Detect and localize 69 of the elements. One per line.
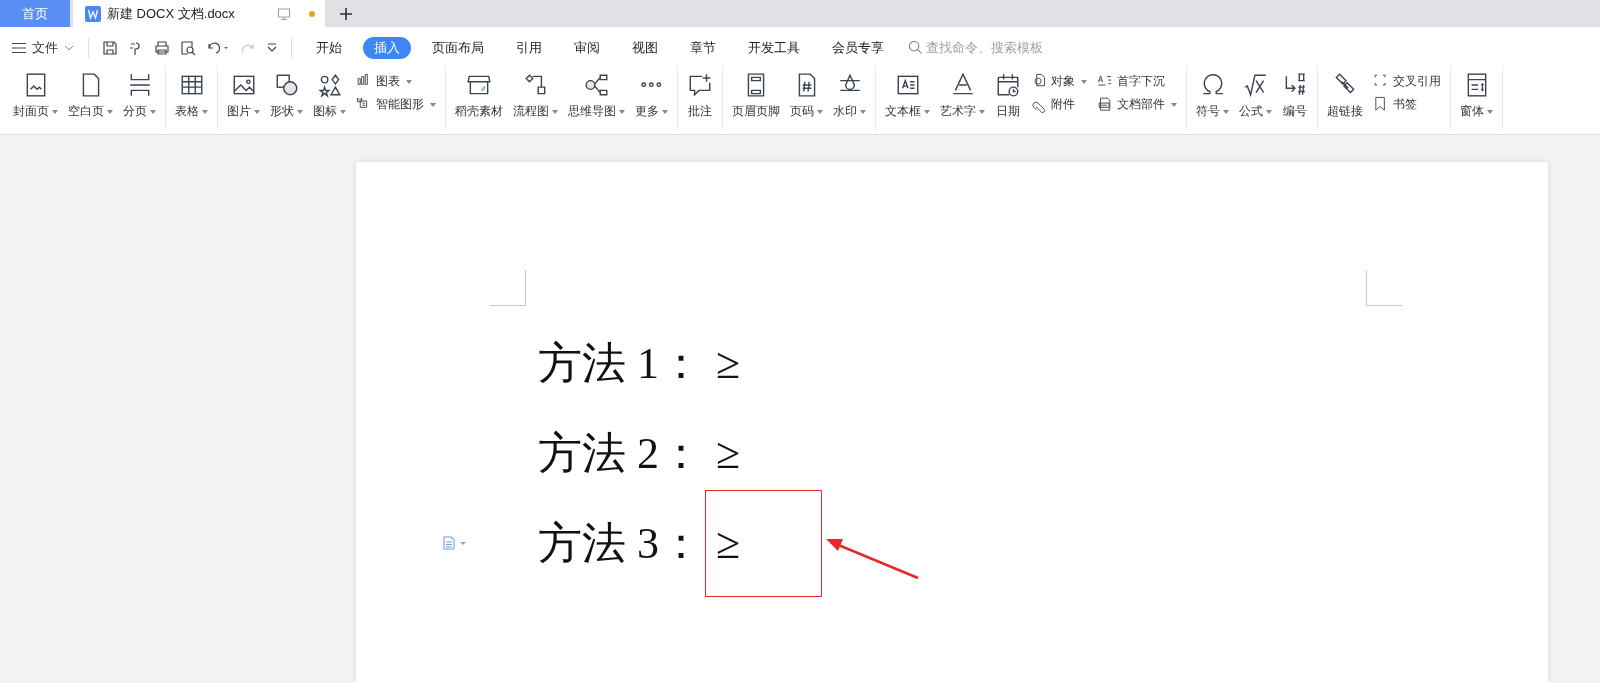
- ribbon-button[interactable]: 稻壳素材: [450, 70, 508, 122]
- ribbon-button[interactable]: 表格: [170, 70, 213, 122]
- ribbon-button[interactable]: 页眉页脚: [727, 70, 785, 122]
- document-tab[interactable]: 新建 DOCX 文档.docx: [73, 0, 325, 27]
- ribbon-button[interactable]: 艺术字: [935, 70, 990, 122]
- ribbon-button[interactable]: 图表: [354, 72, 438, 91]
- ribbon-button[interactable]: 水印: [828, 70, 871, 122]
- ribbon-button[interactable]: 封面页: [8, 70, 63, 122]
- ribbon-button[interactable]: 批注: [682, 70, 718, 122]
- ribbon-button[interactable]: 日期: [990, 70, 1026, 122]
- greater-equal-symbol: ≥: [715, 337, 742, 390]
- save-icon[interactable]: [102, 39, 118, 56]
- shapes-icon: [316, 72, 343, 98]
- ribbon-button[interactable]: 形状: [265, 70, 308, 122]
- ribbon-button[interactable]: 符号: [1191, 70, 1234, 122]
- crop-mark: [490, 270, 526, 306]
- ribbon-button[interactable]: 文档部件: [1095, 95, 1179, 114]
- ribbon-button[interactable]: 对象: [1029, 72, 1089, 91]
- comment-icon: [687, 72, 713, 98]
- chevron-down-icon: [64, 44, 74, 51]
- paragraph-handle-icon[interactable]: [442, 536, 468, 550]
- ribbon-button[interactable]: 图标: [308, 70, 351, 122]
- ribbon-tab[interactable]: 章节: [679, 36, 727, 59]
- print-icon[interactable]: [154, 39, 170, 56]
- ribbon-tab[interactable]: 开发工具: [737, 36, 811, 59]
- crop-mark: [1366, 270, 1402, 306]
- ribbon-button[interactable]: 首字下沉: [1095, 72, 1179, 91]
- new-tab-icon[interactable]: [339, 6, 353, 21]
- ribbon-button[interactable]: 分页: [118, 70, 161, 122]
- square-root-icon: [1242, 72, 1269, 98]
- ribbon-button[interactable]: 窗体: [1455, 70, 1498, 122]
- print-preview-icon[interactable]: [180, 39, 196, 56]
- document-text: 方法 1：: [538, 337, 703, 390]
- mind-map-icon: [583, 72, 610, 98]
- ribbon-button[interactable]: 空白页: [63, 70, 118, 122]
- document-text: 方法 3：: [538, 517, 703, 570]
- ribbon-button[interactable]: 书签: [1371, 95, 1443, 114]
- ribbon-tab[interactable]: 开始: [305, 36, 353, 59]
- menu-icon: [12, 41, 26, 54]
- ribbon-tab[interactable]: 审阅: [563, 36, 611, 59]
- ribbon-button[interactable]: 附件: [1029, 95, 1089, 114]
- ribbon-tab[interactable]: 插入: [363, 36, 411, 59]
- ribbon-button[interactable]: 页码: [785, 70, 828, 122]
- ribbon-button[interactable]: 公式: [1234, 70, 1277, 122]
- ribbon-tab[interactable]: 视图: [621, 36, 669, 59]
- ribbon-tab[interactable]: 页面布局: [421, 36, 495, 59]
- document-tab-title: 新建 DOCX 文档.docx: [107, 4, 236, 23]
- ribbon-tab[interactable]: 会员专享: [821, 36, 895, 59]
- ribbon-button[interactable]: 编号: [1277, 70, 1313, 122]
- monitor-icon: [277, 6, 291, 21]
- calendar-icon: [995, 72, 1021, 98]
- search-icon: [908, 40, 923, 55]
- ribbon-button[interactable]: 流程图: [508, 70, 563, 122]
- ribbon-button[interactable]: 交叉引用: [1371, 72, 1443, 91]
- document-text: 方法 2：: [538, 427, 703, 480]
- document-app-icon: [85, 5, 101, 22]
- ribbon-button[interactable]: 超链接: [1322, 70, 1368, 122]
- ribbon-tab[interactable]: 引用: [505, 36, 553, 59]
- greater-equal-symbol: ≥: [715, 427, 742, 480]
- ribbon-button[interactable]: 文本框: [880, 70, 935, 122]
- greater-equal-symbol: ≥: [705, 489, 822, 597]
- file-menu[interactable]: 文件: [12, 38, 80, 57]
- ribbon-button[interactable]: 更多: [630, 70, 673, 122]
- ribbon-button[interactable]: 图片: [222, 70, 265, 122]
- more-icon: [641, 82, 662, 88]
- customize-caret-icon[interactable]: [266, 41, 278, 54]
- ribbon-button[interactable]: 智能图形: [354, 95, 438, 114]
- search-field[interactable]: 查找命令、搜索模板: [908, 40, 1066, 55]
- ribbon-button[interactable]: 思维导图: [563, 70, 630, 122]
